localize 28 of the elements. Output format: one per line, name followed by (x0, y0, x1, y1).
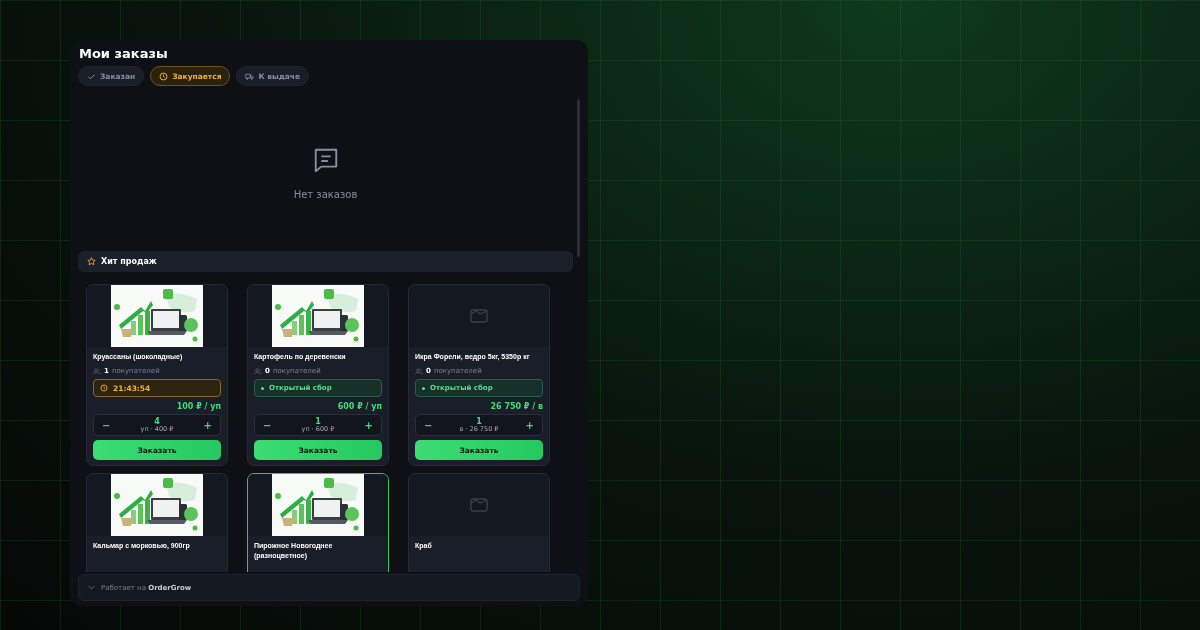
truck-icon (245, 71, 255, 81)
price: 600 ₽ / уп (336, 402, 382, 411)
increase-button[interactable]: + (521, 419, 538, 431)
status-dot-icon (261, 386, 264, 390)
price: 26 750 ₽ / в (489, 402, 543, 411)
quantity-value: 1 (476, 417, 482, 426)
decrease-button[interactable]: − (420, 419, 437, 431)
page-title: Мои заказы (79, 46, 169, 61)
image-placeholder-icon (470, 309, 488, 323)
scrollbar[interactable] (577, 99, 580, 257)
users-icon (254, 367, 262, 375)
users-icon (415, 367, 423, 375)
star-icon (87, 257, 96, 266)
chevron-down-icon[interactable] (88, 585, 95, 590)
decrease-button[interactable]: − (98, 419, 115, 431)
clock-icon (159, 71, 169, 81)
users-icon (93, 367, 101, 375)
quantity-value: 1 (315, 417, 321, 426)
empty-message: Нет заказов (293, 189, 358, 200)
quantity-value: 4 (154, 417, 160, 426)
section-title: Хит продаж (101, 257, 157, 266)
increase-button[interactable]: + (199, 419, 216, 431)
clock-icon (100, 384, 108, 392)
decrease-button[interactable]: − (259, 419, 276, 431)
status-dot-icon (422, 386, 425, 390)
increase-button[interactable]: + (360, 419, 377, 431)
price: 100 ₽ / уп (175, 402, 221, 411)
image-placeholder-icon (470, 498, 488, 512)
